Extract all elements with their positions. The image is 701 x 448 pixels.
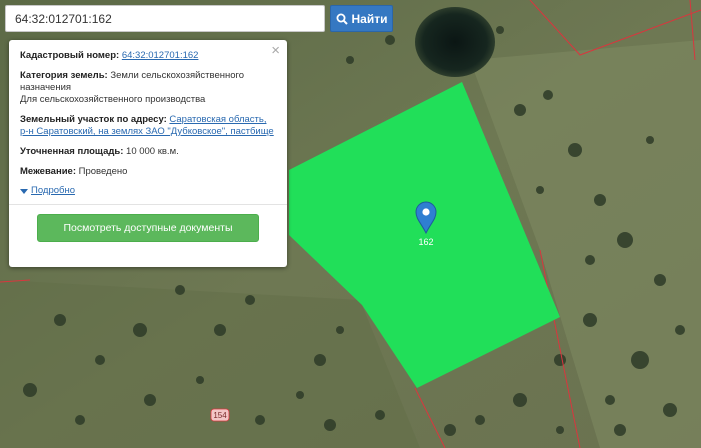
address-row: Земельный участок по адресу: Саратовская… xyxy=(20,114,276,138)
close-icon[interactable]: × xyxy=(271,43,280,58)
cadastral-number-link[interactable]: 64:32:012701:162 xyxy=(122,50,199,61)
land-category-row: Категория земель: Земли сельскохозяйстве… xyxy=(20,70,276,106)
survey-row: Межевание: Проведено xyxy=(20,166,276,178)
road-badge: 154 xyxy=(210,408,230,422)
area-value: 10 000 кв.м. xyxy=(126,146,179,157)
land-usage-value: Для сельскохозяйственного производства xyxy=(20,94,206,105)
road-number-label: 154 xyxy=(213,411,227,420)
area-label: Уточненная площадь: xyxy=(20,146,124,157)
popup-divider xyxy=(9,204,287,205)
details-link[interactable]: Подробно xyxy=(31,185,75,197)
pond xyxy=(415,7,495,77)
area-row: Уточненная площадь: 10 000 кв.м. xyxy=(20,146,276,158)
triangle-down-icon xyxy=(20,188,28,194)
details-toggle[interactable]: Подробно xyxy=(20,185,276,197)
field-strip xyxy=(0,280,420,448)
cadastral-number-row: Кадастровый номер: 64:32:012701:162 xyxy=(20,50,276,62)
survey-label: Межевание: xyxy=(20,166,76,177)
view-documents-button[interactable]: Посмотреть доступные документы xyxy=(37,214,259,242)
survey-value: Проведено xyxy=(78,166,128,177)
search-icon xyxy=(336,13,348,25)
parcel-info-popup: × Кадастровый номер: 64:32:012701:162 Ка… xyxy=(9,40,287,267)
search-button-label: Найти xyxy=(351,11,388,26)
address-label: Земельный участок по адресу: xyxy=(20,114,167,125)
search-input[interactable] xyxy=(5,5,325,32)
parcel-number-label: 162 xyxy=(418,237,433,247)
cadastral-number-label: Кадастровый номер: xyxy=(20,50,120,61)
land-category-label: Категория земель: xyxy=(20,70,108,81)
search-button[interactable]: Найти xyxy=(330,5,393,32)
